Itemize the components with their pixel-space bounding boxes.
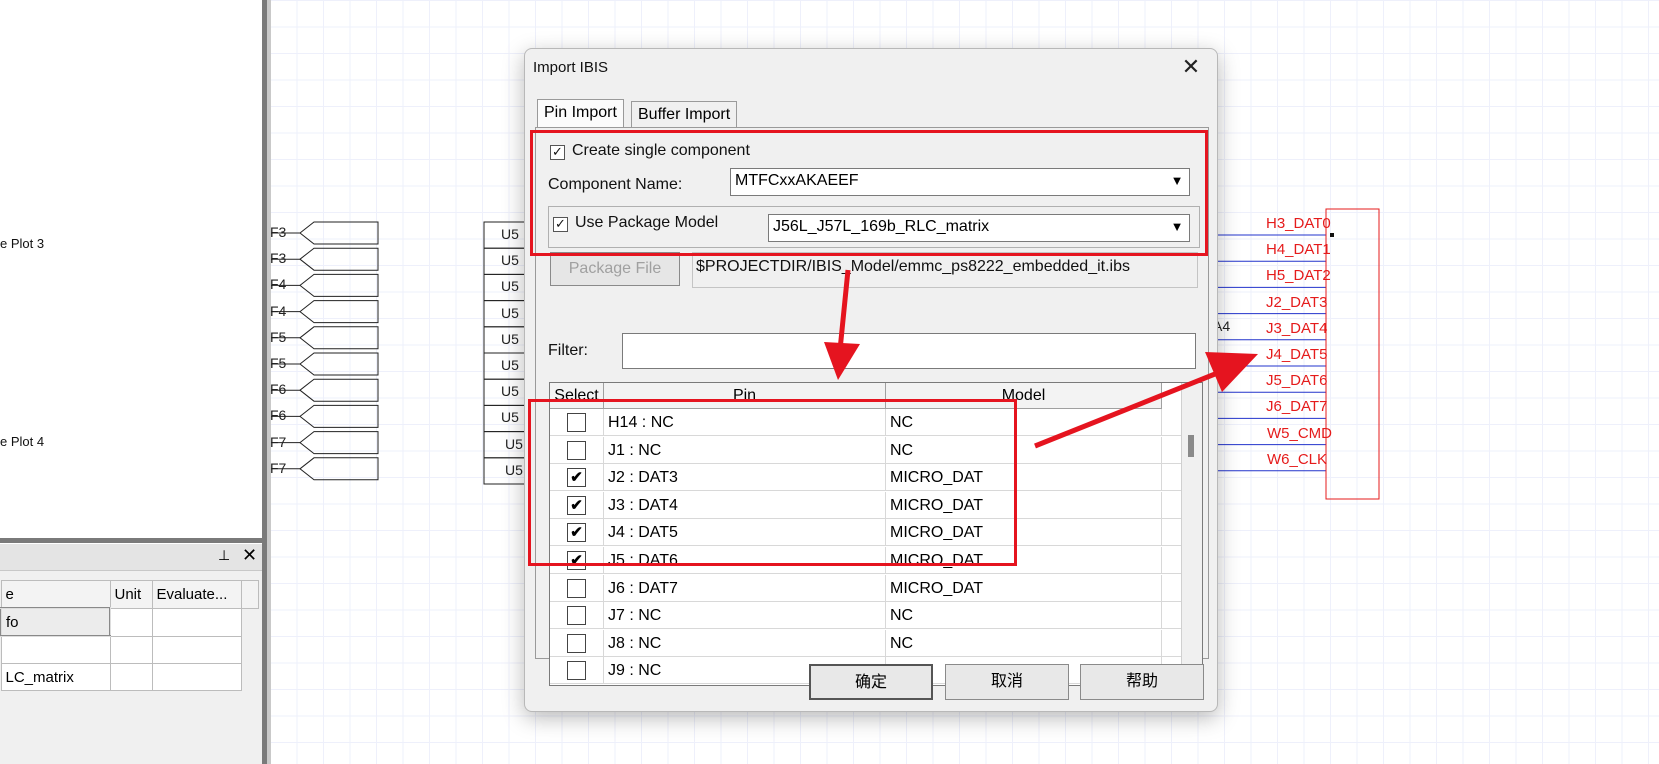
- port-label: F5: [270, 355, 287, 371]
- off-page-port[interactable]: [299, 431, 379, 455]
- net-label[interactable]: J4_DAT5: [1266, 346, 1327, 363]
- tab-pin-import[interactable]: Pin Import: [537, 99, 624, 128]
- off-page-port[interactable]: [299, 457, 379, 481]
- ref-label: U5: [501, 304, 519, 321]
- table-row[interactable]: J8 : NC NC: [550, 629, 1181, 657]
- port-label: F7: [270, 459, 287, 476]
- port-label: F5: [270, 328, 287, 345]
- port-label: F6: [270, 407, 287, 424]
- net-label[interactable]: J3_DAT4: [1266, 320, 1327, 337]
- select-checkbox[interactable]: [567, 633, 586, 653]
- port-label: F6: [270, 381, 287, 398]
- port-label: F3: [270, 250, 287, 267]
- table-row[interactable]: J6 : DAT7 MICRO_DAT: [550, 574, 1181, 602]
- select-checkbox[interactable]: [567, 661, 586, 681]
- net-label[interactable]: J5_DAT6: [1266, 372, 1327, 389]
- select-cell: [550, 657, 604, 685]
- net-label[interactable]: J6_DAT7: [1266, 398, 1327, 415]
- ok-button[interactable]: 确定: [809, 664, 933, 700]
- port-label: F4: [270, 276, 287, 293]
- port-label: F4: [270, 302, 287, 319]
- net-label[interactable]: H3_DAT0: [1266, 215, 1331, 232]
- model-cell: MICRO_DAT: [886, 574, 1162, 602]
- grid-scrollbar[interactable]: [1181, 383, 1202, 685]
- package-file-button[interactable]: Package File: [550, 252, 680, 286]
- select-checkbox[interactable]: [567, 578, 586, 598]
- filter-input[interactable]: [622, 333, 1196, 369]
- model-cell: NC: [886, 629, 1162, 657]
- off-page-port[interactable]: [299, 404, 379, 428]
- pin-marker: [1330, 233, 1334, 237]
- ref-label: U5: [501, 383, 519, 400]
- select-cell: [550, 602, 604, 630]
- select-cell: [550, 629, 604, 657]
- pin-cell: J8 : NC: [604, 629, 886, 657]
- off-page-port[interactable]: [299, 326, 379, 350]
- scrollbar-thumb[interactable]: [1188, 435, 1194, 457]
- help-button[interactable]: 帮助: [1080, 664, 1204, 700]
- ref-label: U5: [501, 226, 519, 242]
- connector-symbol[interactable]: [1325, 208, 1380, 500]
- ref-label: U5: [505, 461, 523, 478]
- net-label[interactable]: J2_DAT3: [1266, 294, 1327, 311]
- ref-label: U5: [501, 252, 519, 269]
- ref-label: U5: [501, 357, 519, 373]
- off-page-port[interactable]: [299, 352, 379, 376]
- net-label[interactable]: W5_CMD: [1267, 425, 1332, 442]
- ref-label: U5: [501, 278, 519, 295]
- model-cell: NC: [886, 602, 1162, 630]
- close-icon[interactable]: ✕: [1175, 53, 1207, 83]
- net-label[interactable]: H4_DAT1: [1266, 241, 1331, 258]
- off-page-ports: [271, 221, 379, 481]
- select-cell: [550, 574, 604, 602]
- port-label: F7: [270, 433, 287, 450]
- ref-label: U5: [505, 435, 523, 452]
- off-page-port[interactable]: [299, 221, 379, 245]
- net-label[interactable]: H5_DAT2: [1266, 267, 1331, 284]
- filter-label: Filter:: [548, 342, 588, 359]
- select-checkbox[interactable]: [567, 606, 586, 626]
- tab-buffer-import[interactable]: Buffer Import: [631, 101, 738, 128]
- off-page-port[interactable]: [299, 300, 379, 324]
- off-page-port[interactable]: [299, 378, 379, 402]
- ref-label: U5: [501, 409, 519, 426]
- off-page-port[interactable]: [299, 247, 379, 271]
- cancel-button[interactable]: 取消: [945, 664, 1069, 700]
- table-row[interactable]: J7 : NC NC: [550, 602, 1181, 630]
- port-label: F3: [270, 224, 287, 240]
- pin-cell: J7 : NC: [604, 602, 886, 630]
- net-label[interactable]: W6_CLK: [1267, 451, 1327, 468]
- pin-cell: J6 : DAT7: [604, 574, 886, 602]
- dialog-title: Import IBIS: [533, 59, 609, 76]
- annotation-box-top: [530, 130, 1208, 256]
- annotation-box-rows: [528, 399, 1017, 566]
- ref-label: U5: [501, 330, 519, 347]
- off-page-port[interactable]: [299, 273, 379, 297]
